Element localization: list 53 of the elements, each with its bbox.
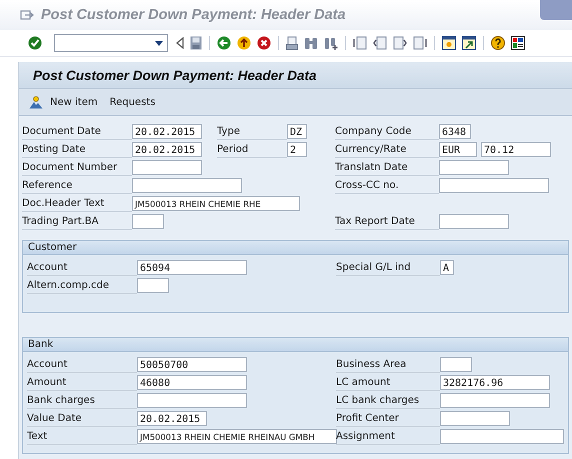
input-field[interactable]: 20.02.2015 bbox=[132, 142, 202, 156]
input-field[interactable] bbox=[440, 356, 472, 372]
save-icon[interactable] bbox=[190, 36, 202, 50]
input-field[interactable]: 46080 bbox=[137, 374, 247, 390]
command-field[interactable] bbox=[54, 34, 168, 52]
screen-title: Post Customer Down Payment: Header Data bbox=[33, 68, 317, 82]
input-field[interactable] bbox=[440, 428, 564, 444]
toolbar-action[interactable]: New item bbox=[45, 94, 103, 110]
person-mountain-icon[interactable] bbox=[29, 96, 43, 108]
previous-page-icon[interactable] bbox=[373, 36, 387, 50]
input-field[interactable]: 2 bbox=[287, 142, 307, 156]
input-field[interactable] bbox=[132, 160, 202, 174]
input-field[interactable] bbox=[137, 278, 169, 292]
caret-icon[interactable] bbox=[155, 41, 163, 46]
cancel-icon[interactable] bbox=[257, 36, 271, 50]
input-field[interactable] bbox=[440, 392, 550, 408]
input-field[interactable]: DZ bbox=[287, 124, 307, 138]
toolbar-action[interactable]: Requests bbox=[104, 94, 160, 110]
group-title: Customer bbox=[28, 242, 77, 253]
last-page-icon[interactable] bbox=[413, 36, 427, 50]
back-icon[interactable] bbox=[217, 36, 231, 50]
input-field[interactable]: 3282176.96 bbox=[440, 374, 550, 390]
group-title: Bank bbox=[28, 339, 54, 350]
binoculars-plus-icon[interactable] bbox=[324, 36, 338, 50]
input-field[interactable]: JM500013 RHEIN CHEMIE RHE bbox=[132, 196, 300, 210]
print-icon[interactable] bbox=[286, 36, 298, 50]
input-field[interactable] bbox=[439, 160, 509, 174]
input-field[interactable] bbox=[439, 178, 549, 192]
shortcut-window-icon[interactable] bbox=[462, 36, 476, 50]
binoculars-icon[interactable] bbox=[304, 36, 318, 50]
input-field[interactable]: A bbox=[440, 260, 454, 274]
layout-icon[interactable] bbox=[511, 36, 525, 50]
input-field[interactable]: 65094 bbox=[137, 260, 247, 274]
input-field[interactable]: 20.02.2015 bbox=[132, 124, 202, 138]
input-field[interactable]: 70.12 bbox=[481, 142, 551, 156]
next-page-icon[interactable] bbox=[393, 36, 407, 50]
input-field[interactable] bbox=[137, 392, 247, 408]
exit-icon[interactable] bbox=[237, 36, 251, 50]
check-icon[interactable] bbox=[28, 36, 42, 50]
input-field[interactable] bbox=[132, 214, 164, 228]
input-field[interactable]: 6348 bbox=[439, 124, 471, 138]
input-field[interactable]: 20.02.2015 bbox=[137, 410, 207, 426]
window-title: Post Customer Down Payment: Header Data bbox=[41, 7, 346, 23]
input-field[interactable]: EUR bbox=[439, 142, 477, 156]
input-field[interactable] bbox=[440, 410, 510, 426]
input-field[interactable]: 50050700 bbox=[137, 356, 247, 372]
help-icon[interactable] bbox=[491, 36, 505, 50]
back-triangle-icon[interactable] bbox=[176, 37, 184, 49]
input-field[interactable] bbox=[439, 214, 509, 228]
first-page-icon[interactable] bbox=[353, 36, 367, 50]
input-field[interactable]: JM500013 RHEIN CHEMIE RHEINAU GMBH bbox=[137, 428, 337, 444]
input-field[interactable] bbox=[132, 178, 242, 192]
new-window-icon[interactable] bbox=[442, 36, 456, 50]
